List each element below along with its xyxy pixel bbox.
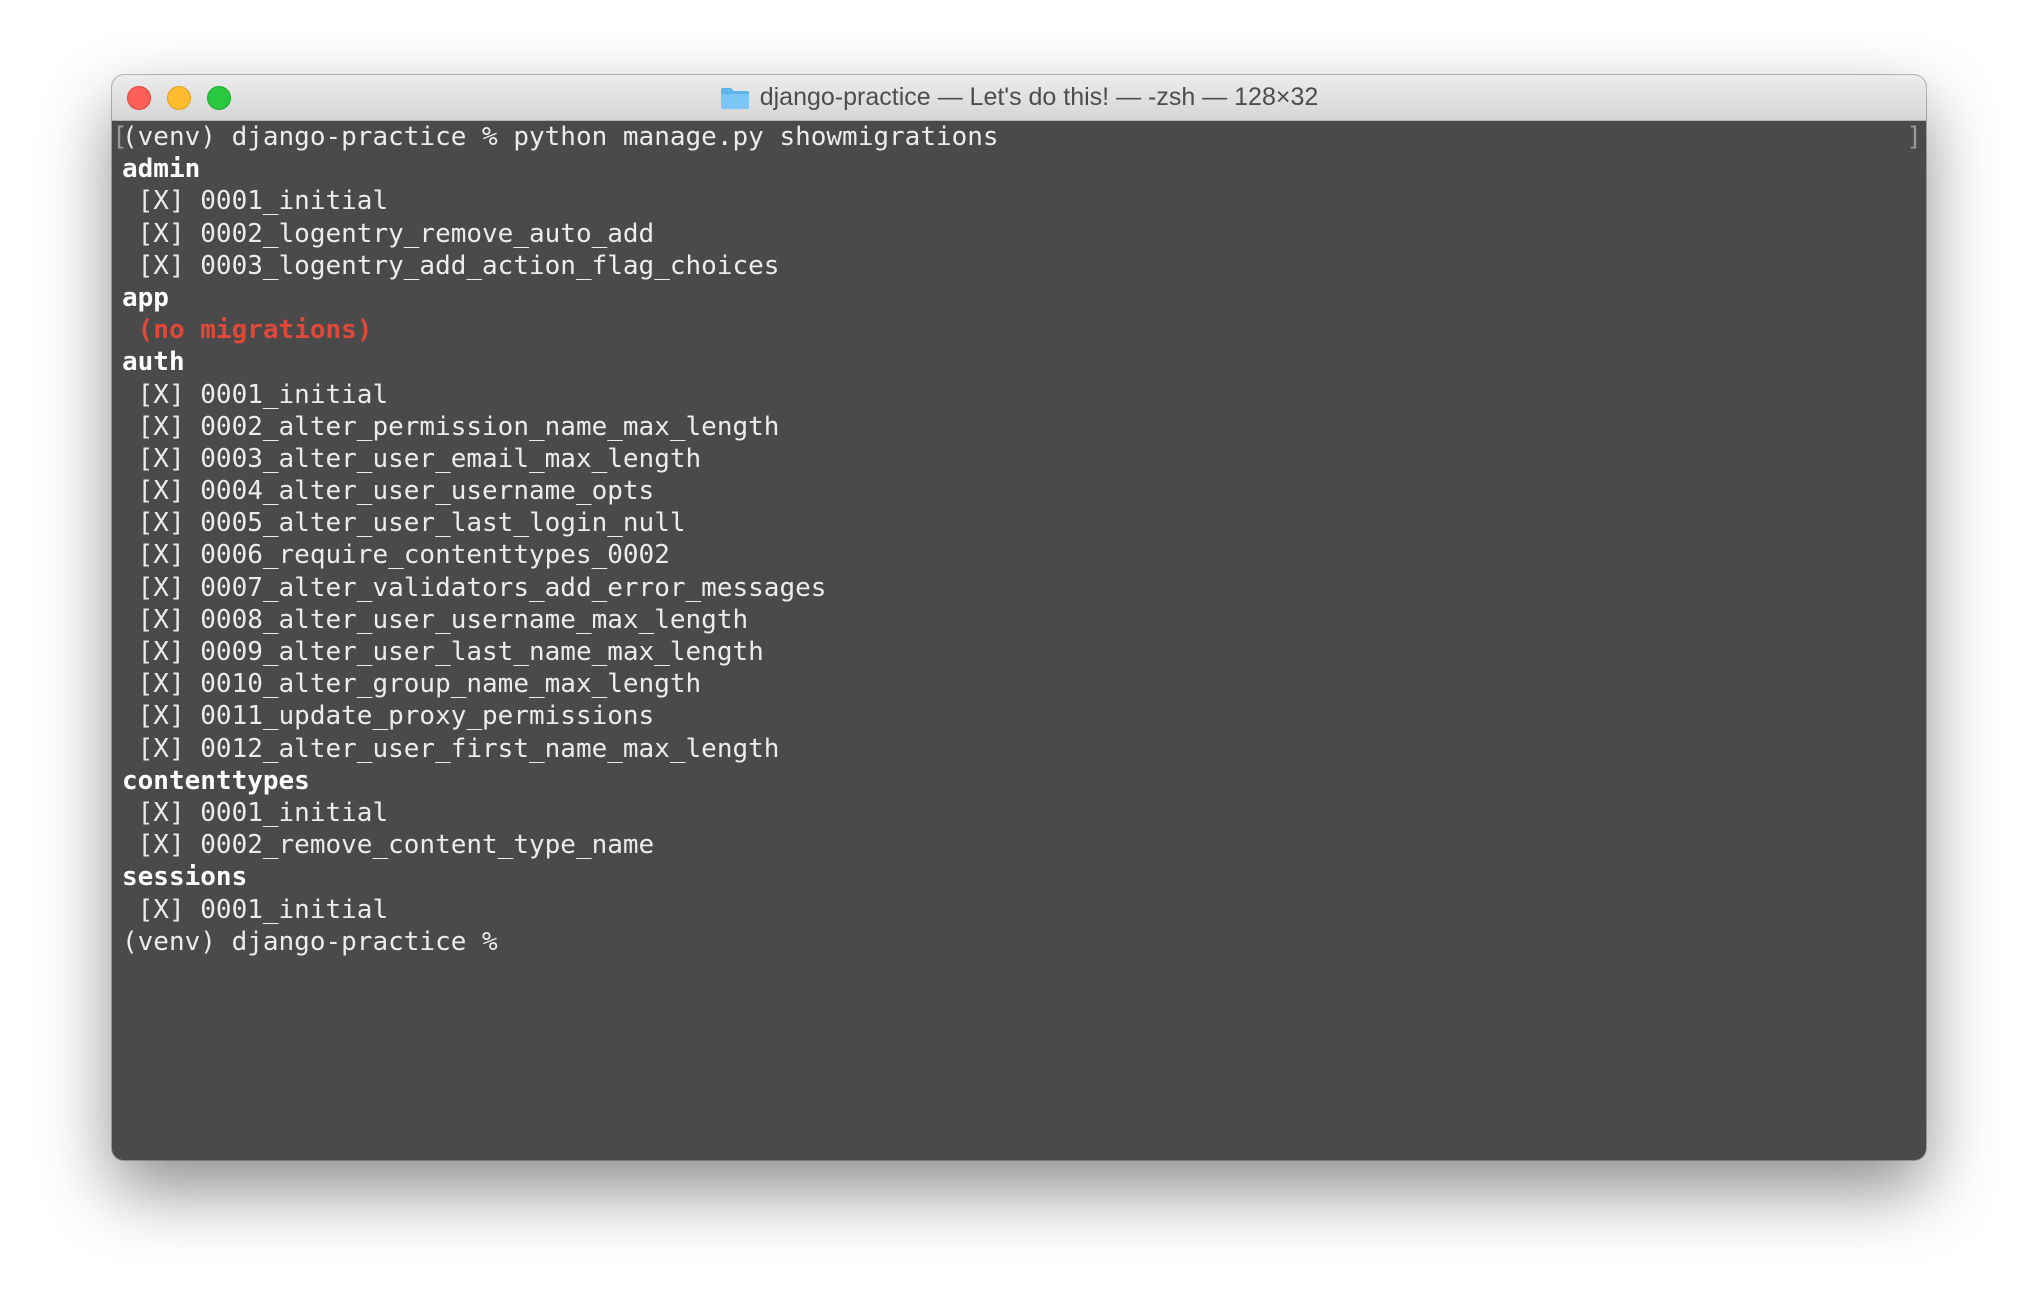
scroll-marker-right: ] xyxy=(1906,122,1922,152)
terminal-line: [X] 0002_alter_permission_name_max_lengt… xyxy=(122,411,780,442)
app-label-line: admin xyxy=(122,154,201,185)
app-label-line: app xyxy=(122,282,169,313)
terminal-line: [X] 0004_alter_user_username_opts xyxy=(122,476,655,507)
window-title: django-practice — Let's do this! — -zsh … xyxy=(759,83,1319,111)
app-label-line: sessions xyxy=(122,862,248,893)
folder-icon xyxy=(720,86,750,110)
terminal-lines: (venv) django-practice % python manage.p… xyxy=(122,121,999,958)
title-container: django-practice — Let's do this! — -zsh … xyxy=(112,75,1926,120)
terminal-line: [X] 0010_alter_group_name_max_length xyxy=(122,669,702,700)
terminal-line: [X] 0006_require_contenttypes_0002 xyxy=(122,540,670,571)
terminal-line: [X] 0009_alter_user_last_name_max_length xyxy=(122,637,764,667)
terminal-line: [X] 0001_initial xyxy=(122,894,389,925)
terminal-line: (venv) django-practice % xyxy=(122,926,514,957)
no-migrations-line: (no migrations) xyxy=(122,315,373,346)
terminal-line: [X] 0008_alter_user_username_max_length xyxy=(122,604,749,635)
terminal-line: [X] 0005_alter_user_last_login_null xyxy=(122,508,686,539)
terminal-line: [X] 0002_logentry_remove_auto_add xyxy=(122,218,655,249)
app-label-line: auth xyxy=(122,347,185,378)
title-bar[interactable]: django-practice — Let's do this! — -zsh … xyxy=(112,75,1926,121)
terminal-line: [X] 0001_initial xyxy=(122,379,389,410)
terminal-line: [X] 0007_alter_validators_add_error_mess… xyxy=(122,572,827,603)
terminal-window: django-practice — Let's do this! — -zsh … xyxy=(112,75,1926,1160)
terminal-line: [X] 0001_initial xyxy=(122,186,389,217)
app-label-line: contenttypes xyxy=(122,765,310,796)
terminal-line: [X] 0002_remove_content_type_name xyxy=(122,830,655,861)
terminal-line: [X] 0001_initial xyxy=(122,797,389,828)
terminal-line: [X] 0012_alter_user_first_name_max_lengt… xyxy=(122,733,780,764)
terminal-line: [X] 0003_logentry_add_action_flag_choice… xyxy=(122,250,780,281)
terminal-line: [X] 0003_alter_user_email_max_length xyxy=(122,443,702,474)
terminal-line: (venv) django-practice % python manage.p… xyxy=(122,122,999,152)
terminal-output[interactable]: [ ] (venv) django-practice % python mana… xyxy=(112,121,1926,1160)
terminal-line: [X] 0011_update_proxy_permissions xyxy=(122,701,655,732)
